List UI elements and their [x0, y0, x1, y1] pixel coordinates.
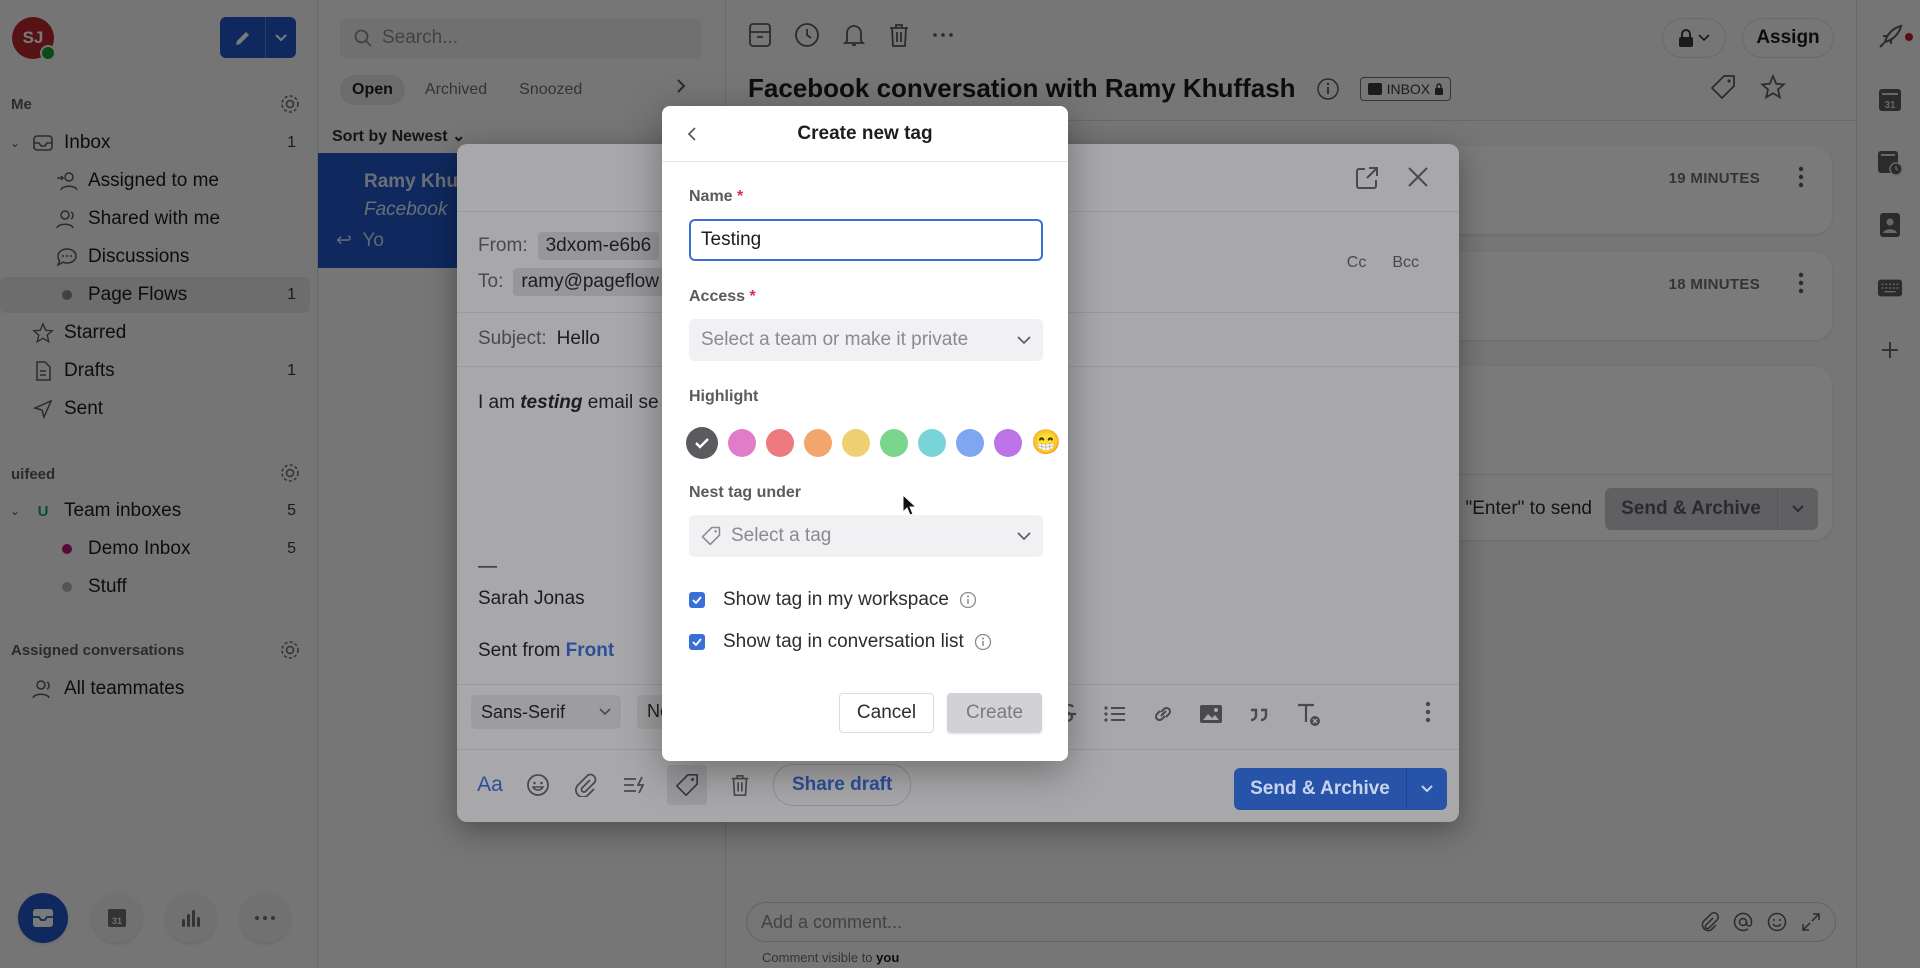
to-row: To: ramy@pageflow	[478, 268, 667, 296]
create-button[interactable]: Create	[947, 693, 1042, 733]
send-archive-label[interactable]: Send & Archive	[1234, 768, 1407, 810]
discard-draft-trash-icon[interactable]	[725, 770, 755, 800]
attachment-icon[interactable]	[571, 770, 601, 800]
body-emphasis: testing	[520, 392, 583, 413]
required-asterisk: *	[737, 188, 744, 205]
bcc-toggle[interactable]: Bcc	[1392, 254, 1419, 272]
format-buttons	[1055, 701, 1321, 727]
mouse-cursor-icon	[902, 494, 916, 516]
clear-formatting-icon[interactable]	[1295, 701, 1321, 727]
dialog-title: Create new tag	[797, 122, 933, 144]
chevron-down-icon	[1017, 531, 1031, 540]
cc-bcc-toggles: Cc Bcc	[1347, 254, 1419, 272]
back-chevron-icon[interactable]	[680, 122, 704, 146]
highlight-swatch[interactable]	[956, 429, 984, 457]
insert-image-icon[interactable]	[1199, 701, 1223, 727]
body-text: email se	[582, 392, 659, 413]
font-family-select[interactable]: Sans-Serif	[471, 695, 621, 729]
highlight-swatch[interactable]	[880, 429, 908, 457]
tag-icon[interactable]	[667, 765, 707, 805]
subject-row[interactable]: Subject: Hello	[478, 328, 600, 350]
compose-action-bar: Aa Share draft	[475, 764, 912, 806]
access-select[interactable]: Select a team or make it private	[689, 319, 1043, 361]
chevron-down-icon	[1017, 335, 1031, 344]
compose-header-actions	[1355, 166, 1429, 190]
highlight-swatch[interactable]	[728, 429, 756, 457]
more-vertical-icon[interactable]	[1425, 701, 1431, 723]
signature-dash: —	[478, 556, 497, 577]
required-asterisk: *	[749, 288, 756, 305]
emoji-highlight-option[interactable]: 😁	[1031, 429, 1061, 457]
tag-name-input[interactable]	[689, 219, 1043, 261]
send-archive-button[interactable]: Send & Archive	[1234, 768, 1447, 810]
highlight-swatch[interactable]	[842, 429, 870, 457]
highlight-label: Highlight	[689, 388, 759, 405]
parent-tag-select[interactable]: Select a tag	[689, 515, 1043, 557]
highlight-swatch[interactable]	[686, 427, 718, 459]
front-link[interactable]: Front	[566, 640, 615, 661]
highlight-swatch[interactable]	[804, 429, 832, 457]
message-body[interactable]: I am testing email se	[478, 392, 659, 414]
show-in-list-option[interactable]: Show tag in conversation list	[689, 631, 992, 653]
access-placeholder: Select a team or make it private	[701, 329, 969, 350]
link-icon[interactable]	[1151, 701, 1175, 727]
from-address-chip[interactable]: 3dxom-e6b6	[537, 232, 660, 260]
from-label: From:	[478, 235, 528, 256]
subject-label: Subject:	[478, 328, 547, 349]
label-text: Access	[689, 288, 746, 305]
show-in-list-checkbox[interactable]	[689, 634, 705, 650]
checkmark-icon	[695, 438, 709, 449]
font-family-value: Sans-Serif	[481, 701, 566, 722]
body-text: I am	[478, 392, 521, 413]
info-icon[interactable]	[974, 633, 992, 651]
create-tag-dialog: Create new tag Name * Access * Select a …	[662, 106, 1068, 761]
label-text: Name	[689, 188, 733, 205]
info-icon[interactable]	[959, 591, 977, 609]
access-field-label: Access *	[689, 288, 756, 306]
dialog-header: Create new tag	[662, 106, 1068, 162]
highlight-swatch[interactable]	[766, 429, 794, 457]
highlight-swatch[interactable]	[994, 429, 1022, 457]
from-row: From: 3dxom-e6b6	[478, 232, 660, 260]
text-format-toggle[interactable]: Aa	[475, 770, 505, 800]
to-recipient-chip[interactable]: ramy@pageflow	[513, 268, 667, 296]
chevron-down-icon	[599, 708, 611, 716]
name-field-label: Name *	[689, 188, 743, 206]
tag-icon	[701, 526, 721, 546]
chevron-down-icon[interactable]	[1407, 768, 1447, 810]
close-icon[interactable]	[1407, 166, 1429, 188]
emoji-smile-icon[interactable]	[523, 770, 553, 800]
signature-name: Sarah Jonas	[478, 588, 585, 609]
parent-tag-placeholder: Select a tag	[731, 525, 832, 546]
highlight-color-picker: 😁	[686, 427, 1061, 459]
show-in-workspace-option[interactable]: Show tag in my workspace	[689, 589, 977, 611]
highlight-swatch[interactable]	[918, 429, 946, 457]
bullet-list-icon[interactable]	[1103, 701, 1127, 727]
quote-icon[interactable]	[1247, 701, 1271, 727]
cancel-button[interactable]: Cancel	[839, 693, 934, 733]
to-label: To:	[478, 271, 504, 292]
nest-tag-label: Nest tag under	[689, 484, 802, 501]
share-draft-button[interactable]: Share draft	[773, 764, 912, 806]
checkbox-label: Show tag in my workspace	[723, 589, 949, 610]
signature-text: Sent from	[478, 640, 566, 661]
snippets-icon[interactable]	[619, 770, 649, 800]
subject-value[interactable]: Hello	[557, 328, 600, 350]
cc-toggle[interactable]: Cc	[1347, 254, 1367, 272]
checkbox-label: Show tag in conversation list	[723, 631, 964, 652]
signature-sent-from: Sent from Front	[478, 640, 614, 662]
pop-out-icon[interactable]	[1355, 166, 1379, 190]
show-in-workspace-checkbox[interactable]	[689, 592, 705, 608]
